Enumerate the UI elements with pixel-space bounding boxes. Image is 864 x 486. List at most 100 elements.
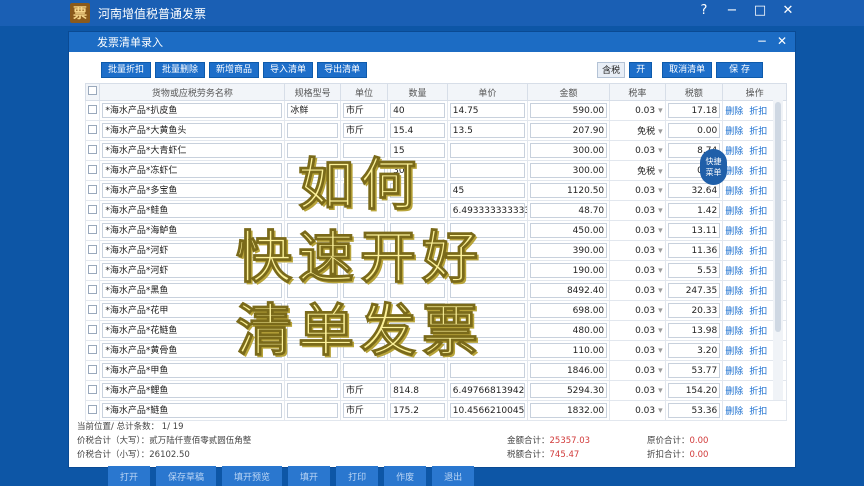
row-checkbox[interactable]: [84, 200, 101, 221]
delete-link[interactable]: 删除: [725, 287, 743, 297]
issue-button[interactable]: 填开: [288, 466, 331, 486]
item-name-input[interactable]: *海水产品*鲤鱼: [102, 383, 283, 398]
add-item-button[interactable]: 新增商品: [209, 62, 260, 78]
item-qty-input[interactable]: 15.4: [390, 123, 445, 138]
row-checkbox[interactable]: [84, 240, 101, 261]
discount-link[interactable]: 折扣: [749, 327, 767, 337]
row-checkbox[interactable]: [84, 120, 101, 141]
delete-link[interactable]: 删除: [725, 267, 743, 277]
row-checkbox[interactable]: [84, 100, 101, 121]
row-checkbox[interactable]: [84, 400, 101, 421]
delete-link[interactable]: 删除: [725, 227, 743, 237]
item-qty-input[interactable]: 40: [390, 103, 445, 118]
discount-link[interactable]: 折扣: [749, 227, 767, 237]
help-icon[interactable]: ?: [696, 3, 712, 18]
item-qty-input[interactable]: 175.2: [390, 403, 445, 418]
discount-link[interactable]: 折扣: [749, 187, 767, 197]
item-spec-input[interactable]: 冰鲜: [287, 103, 338, 118]
item-amount-input[interactable]: 698.00: [529, 303, 608, 318]
item-unit-input[interactable]: 市斤: [342, 403, 386, 418]
item-spec-input[interactable]: [287, 383, 338, 398]
item-amount-input[interactable]: 300.00: [529, 143, 608, 158]
delete-link[interactable]: 删除: [725, 387, 743, 397]
row-checkbox[interactable]: [84, 180, 101, 201]
row-checkbox[interactable]: [84, 160, 101, 181]
item-amount-input[interactable]: 48.70: [529, 203, 608, 218]
rate-select[interactable]: 0.03 ▾: [609, 200, 666, 221]
import-list-button[interactable]: 导入清单: [263, 62, 314, 78]
row-checkbox[interactable]: [84, 260, 101, 281]
void-button[interactable]: 作废: [384, 466, 427, 486]
item-name-input[interactable]: *海水产品*扒皮鱼: [102, 103, 283, 118]
minimize-icon[interactable]: −: [724, 3, 740, 18]
discount-link[interactable]: 折扣: [749, 367, 767, 377]
print-button[interactable]: 打印: [336, 466, 379, 486]
delete-link[interactable]: 删除: [725, 147, 743, 157]
row-checkbox[interactable]: [84, 360, 101, 381]
discount-link[interactable]: 折扣: [749, 127, 767, 137]
cancel-list-button[interactable]: 取消清单: [662, 62, 713, 78]
delete-link[interactable]: 删除: [725, 167, 743, 177]
select-all-checkbox[interactable]: [84, 83, 101, 101]
row-checkbox[interactable]: [84, 280, 101, 301]
rate-select[interactable]: 0.03 ▾: [609, 140, 666, 161]
item-amount-input[interactable]: 1120.50: [529, 183, 608, 198]
discount-link[interactable]: 折扣: [749, 107, 767, 117]
delete-link[interactable]: 删除: [725, 407, 743, 417]
discount-link[interactable]: 折扣: [749, 387, 767, 397]
item-amount-input[interactable]: 1846.00: [529, 363, 608, 378]
item-unit-input[interactable]: 市斤: [342, 383, 386, 398]
discount-link[interactable]: 折扣: [749, 267, 767, 277]
rate-select[interactable]: 0.03 ▾: [609, 220, 666, 241]
item-price-input[interactable]: 13.5: [449, 123, 525, 138]
item-price-input[interactable]: 14.75: [449, 103, 525, 118]
rate-select[interactable]: 免税 ▾: [609, 120, 666, 141]
delete-link[interactable]: 删除: [725, 107, 743, 117]
delete-link[interactable]: 删除: [725, 367, 743, 377]
dialog-close-icon[interactable]: ✕: [777, 34, 787, 48]
discount-link[interactable]: 折扣: [749, 287, 767, 297]
open-button[interactable]: 打开: [108, 466, 151, 486]
item-amount-input[interactable]: 590.00: [529, 103, 608, 118]
save-button[interactable]: 保 存: [716, 62, 763, 78]
item-amount-input[interactable]: 207.90: [529, 123, 608, 138]
discount-link[interactable]: 折扣: [749, 167, 767, 177]
rate-select[interactable]: 0.03 ▾: [609, 300, 666, 321]
item-amount-input[interactable]: 110.00: [529, 343, 608, 358]
row-checkbox[interactable]: [84, 300, 101, 321]
delete-link[interactable]: 删除: [725, 247, 743, 257]
row-checkbox[interactable]: [84, 380, 101, 401]
item-amount-input[interactable]: 300.00: [529, 163, 608, 178]
rate-select[interactable]: 0.03 ▾: [609, 320, 666, 341]
row-checkbox[interactable]: [84, 220, 101, 241]
delete-link[interactable]: 删除: [725, 347, 743, 357]
item-price-input[interactable]: 6.49766813942: [449, 383, 525, 398]
delete-link[interactable]: 删除: [725, 327, 743, 337]
close-icon[interactable]: ✕: [780, 3, 796, 18]
delete-link[interactable]: 删除: [725, 307, 743, 317]
save-draft-button[interactable]: 保存草稿: [156, 466, 217, 486]
item-qty-input[interactable]: 814.8: [390, 383, 445, 398]
row-checkbox[interactable]: [84, 140, 101, 161]
rate-select[interactable]: 0.03 ▾: [609, 340, 666, 361]
item-spec-input[interactable]: [287, 403, 338, 418]
rate-select[interactable]: 0.03 ▾: [609, 260, 666, 281]
item-amount-input[interactable]: 1832.00: [529, 403, 608, 418]
item-amount-input[interactable]: 390.00: [529, 243, 608, 258]
quick-menu-button[interactable]: 快捷 菜单: [700, 149, 727, 185]
item-amount-input[interactable]: 480.00: [529, 323, 608, 338]
delete-link[interactable]: 删除: [725, 207, 743, 217]
discount-link[interactable]: 折扣: [749, 307, 767, 317]
table-scrollbar[interactable]: [773, 100, 783, 400]
rate-select[interactable]: 0.03 ▾: [609, 100, 666, 121]
discount-link[interactable]: 折扣: [749, 347, 767, 357]
delete-link[interactable]: 删除: [725, 127, 743, 137]
discount-link[interactable]: 折扣: [749, 147, 767, 157]
item-amount-input[interactable]: 190.00: [529, 263, 608, 278]
item-amount-input[interactable]: 5294.30: [529, 383, 608, 398]
rate-select[interactable]: 0.03 ▾: [609, 180, 666, 201]
rate-select[interactable]: 免税 ▾: [609, 160, 666, 181]
rate-select[interactable]: 0.03 ▾: [609, 360, 666, 381]
rate-select[interactable]: 0.03 ▾: [609, 380, 666, 401]
discount-link[interactable]: 折扣: [749, 407, 767, 417]
